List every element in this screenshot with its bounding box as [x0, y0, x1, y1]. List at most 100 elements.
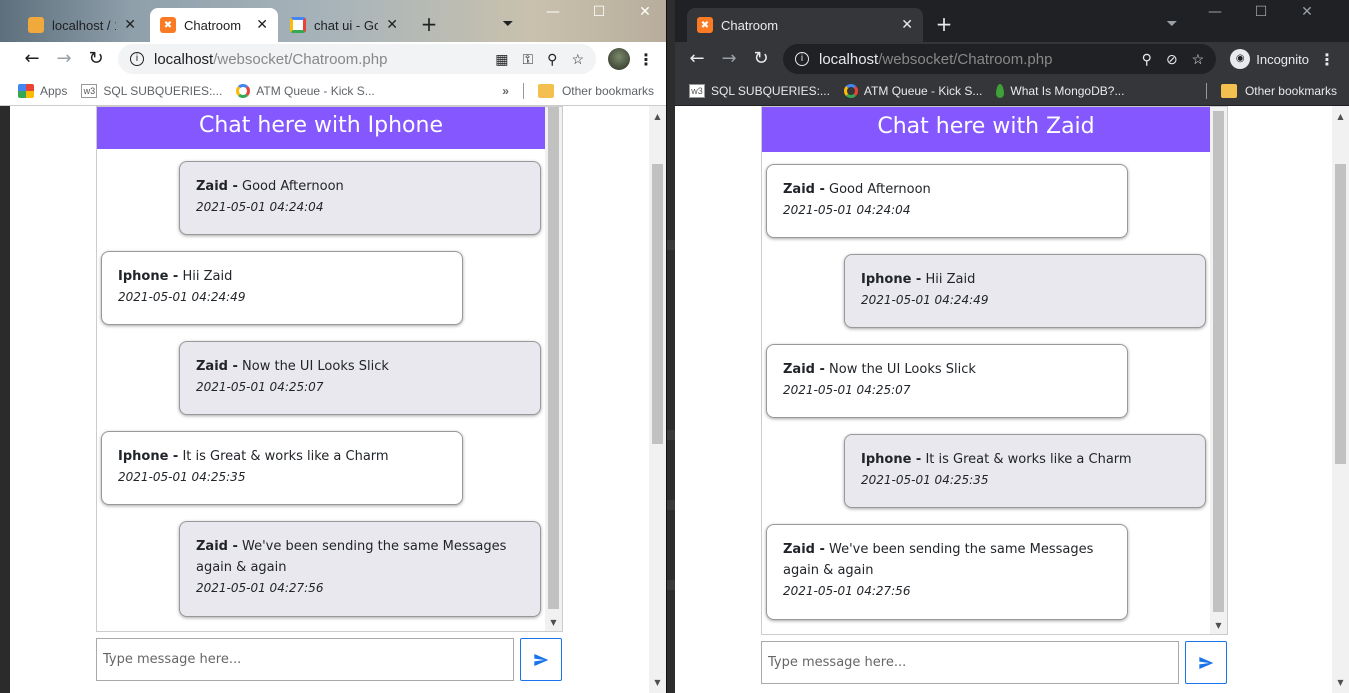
url-path: /websocket/Chatroom.php	[878, 50, 1053, 68]
send-button[interactable]	[1185, 641, 1227, 684]
tab-label: Chatroom	[721, 17, 779, 33]
w3schools-icon: w3	[81, 83, 98, 98]
tab-strip: localhost / 1 ✕ ✖ Chatroom ✕ chat ui - G…	[0, 0, 666, 42]
back-arrow-icon[interactable]: ←	[681, 45, 713, 73]
close-tab-icon[interactable]: ✕	[386, 17, 398, 33]
key-icon[interactable]: ⚿	[523, 51, 534, 68]
maximize-icon[interactable]: ☐	[1238, 2, 1284, 22]
send-paper-plane-icon	[1199, 656, 1214, 669]
google-icon	[290, 17, 306, 33]
scroll-down-arrow-icon[interactable]: ▼	[545, 618, 562, 627]
send-paper-plane-icon	[534, 653, 549, 666]
tab-strip: ✖ Chatroom ✕ + ⏷ — ☐ ✕	[675, 0, 1349, 42]
bookmark-sql-subqueries[interactable]: w3 SQL SUBQUERIES:...	[81, 83, 222, 98]
message-sender: Zaid -	[783, 542, 825, 557]
kebab-menu-icon[interactable]: ⋮	[636, 50, 656, 69]
tab-search-icon[interactable]: ⏷	[495, 12, 521, 38]
info-icon[interactable]: i	[130, 52, 144, 66]
other-bookmarks[interactable]: Other bookmarks	[1220, 83, 1337, 98]
bookmark-mongodb[interactable]: What Is MongoDB?...	[996, 83, 1124, 98]
forward-arrow-icon[interactable]: →	[713, 45, 745, 73]
tab-phpmyadmin[interactable]: localhost / 1 ✕	[18, 8, 146, 42]
right-browser-window-incognito: ✖ Chatroom ✕ + ⏷ — ☐ ✕ ← → ↻ i localhost…	[675, 0, 1349, 693]
bookmark-label: Apps	[40, 83, 68, 98]
page-scrollbar-thumb[interactable]	[652, 164, 663, 444]
bookmark-atm-queue[interactable]: ATM Queue - Kick S...	[843, 83, 982, 98]
new-tab-button[interactable]: +	[416, 12, 442, 38]
tab-label: Chatroom	[184, 17, 242, 33]
other-bookmarks[interactable]: Other bookmarks	[537, 83, 654, 98]
back-arrow-icon[interactable]: ←	[16, 45, 48, 73]
message-line: Iphone - It is Great & works like a Char…	[861, 449, 1189, 470]
chat-scrollbar[interactable]: ▼	[545, 107, 562, 631]
xampp-icon: ✖	[160, 17, 176, 33]
message-composer	[96, 638, 562, 681]
bookmark-star-icon[interactable]: ☆	[571, 51, 584, 68]
incognito-badge[interactable]: ◉ Incognito	[1222, 49, 1317, 69]
url-host: localhost	[154, 50, 214, 68]
tab-search-icon[interactable]: ⏷	[1159, 12, 1185, 38]
message-line: Zaid - We've been sending the same Messa…	[783, 539, 1111, 581]
bookmarks-bar: w3 SQL SUBQUERIES:... ATM Queue - Kick S.…	[675, 76, 1349, 106]
more-bookmarks-chevron[interactable]: »	[502, 84, 509, 98]
message-line: Zaid - Now the UI Looks Slick	[783, 359, 1111, 380]
close-window-icon[interactable]: ✕	[622, 2, 666, 22]
minimize-icon[interactable]: —	[530, 2, 576, 22]
address-bar[interactable]: i localhost/websocket/Chatroom.php ▦ ⚿ ⚲…	[118, 44, 596, 74]
close-window-icon[interactable]: ✕	[1284, 2, 1330, 22]
message-sender: Zaid -	[783, 362, 825, 377]
profile-avatar[interactable]	[608, 48, 630, 70]
info-icon[interactable]: i	[795, 52, 809, 66]
reload-icon[interactable]: ↻	[80, 45, 112, 73]
maximize-icon[interactable]: ☐	[576, 2, 622, 22]
close-tab-icon[interactable]: ✕	[124, 17, 136, 33]
message-sender: Zaid -	[196, 539, 238, 554]
minimize-icon[interactable]: —	[1192, 2, 1238, 22]
incognito-label: Incognito	[1256, 51, 1309, 67]
close-tab-icon[interactable]: ✕	[901, 17, 913, 33]
scroll-down-arrow-icon[interactable]: ▼	[1332, 678, 1349, 687]
message-text: Hii Zaid	[921, 272, 976, 287]
chat-message-bubble: Zaid - Good Afternoon 2021-05-01 04:24:04	[179, 161, 541, 235]
zoom-icon[interactable]: ⚲	[547, 51, 557, 68]
browser-toolbar: ← → ↻ i localhost/websocket/Chatroom.php…	[0, 42, 666, 76]
close-tab-icon[interactable]: ✕	[256, 17, 268, 33]
bookmark-star-icon[interactable]: ☆	[1192, 51, 1205, 68]
forward-arrow-icon[interactable]: →	[48, 45, 80, 73]
apps-icon	[18, 83, 34, 98]
bookmark-atm-queue[interactable]: ATM Queue - Kick S...	[236, 83, 375, 98]
zoom-icon[interactable]: ⚲	[1142, 51, 1152, 68]
kebab-menu-icon[interactable]: ⋮	[1317, 50, 1337, 69]
message-text: It is Great & works like a Charm	[178, 449, 389, 464]
scroll-down-arrow-icon[interactable]: ▼	[1210, 621, 1227, 630]
scroll-down-arrow-icon[interactable]: ▼	[649, 678, 666, 687]
chat-scrollbar-thumb[interactable]	[548, 107, 559, 609]
address-bar[interactable]: i localhost/websocket/Chatroom.php ⚲ ⊘ ☆	[783, 44, 1217, 74]
page-scrollbar-thumb[interactable]	[1335, 164, 1346, 464]
message-timestamp: 2021-05-01 04:25:07	[196, 380, 324, 394]
page-scrollbar[interactable]: ▲ ▼	[649, 106, 666, 693]
tracking-blocked-eye-icon[interactable]: ⊘	[1166, 51, 1178, 68]
chat-scrollbar[interactable]: ▼	[1210, 107, 1227, 634]
bookmark-sql-subqueries[interactable]: w3 SQL SUBQUERIES:...	[689, 83, 830, 98]
tab-chat-ui-google[interactable]: chat ui - Go ✕	[280, 8, 408, 42]
chat-message-bubble: Zaid - Now the UI Looks Slick 2021-05-01 …	[179, 341, 541, 415]
send-button[interactable]	[520, 638, 562, 681]
tab-chatroom[interactable]: ✖ Chatroom ✕	[687, 8, 923, 42]
chat-scrollbar-thumb[interactable]	[1213, 111, 1224, 612]
page-scrollbar[interactable]: ▲ ▼	[1332, 106, 1349, 693]
chat-message-bubble: Iphone - Hii Zaid 2021-05-01 04:24:49	[844, 254, 1206, 328]
scroll-up-arrow-icon[interactable]: ▲	[649, 112, 666, 121]
message-timestamp: 2021-05-01 04:25:35	[118, 470, 246, 484]
chat-message-bubble: Iphone - It is Great & works like a Char…	[101, 431, 463, 505]
reload-icon[interactable]: ↻	[745, 45, 777, 73]
message-input[interactable]	[96, 638, 514, 681]
message-input[interactable]	[761, 641, 1179, 684]
qr-code-icon[interactable]: ▦	[495, 51, 508, 68]
new-tab-button[interactable]: +	[931, 12, 957, 38]
tab-chatroom[interactable]: ✖ Chatroom ✕	[150, 8, 278, 42]
scroll-up-arrow-icon[interactable]: ▲	[1332, 112, 1349, 121]
bookmark-apps[interactable]: Apps	[18, 83, 68, 98]
message-text: Now the UI Looks Slick	[237, 359, 389, 374]
message-timestamp: 2021-05-01 04:24:49	[861, 293, 989, 307]
